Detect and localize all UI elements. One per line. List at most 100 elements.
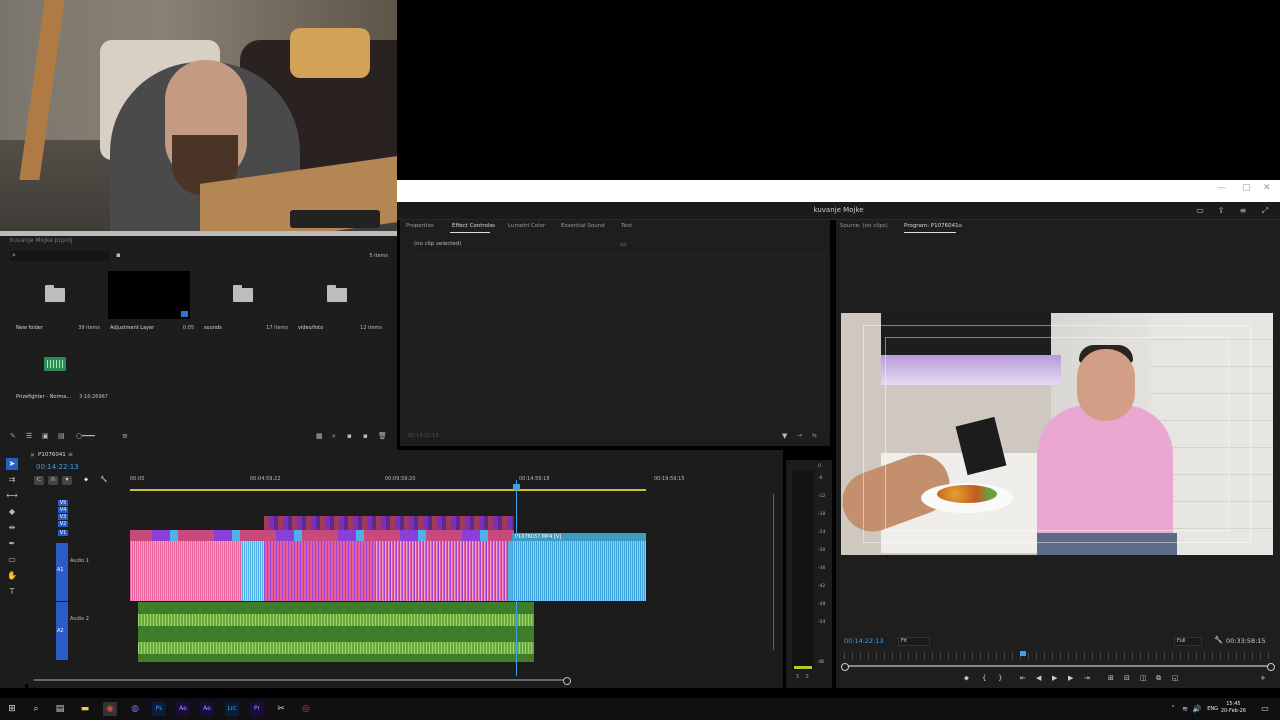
loop-icon[interactable]: ⇆ [812,432,817,439]
search-input[interactable]: ⌕ [10,251,110,261]
lift-icon[interactable]: ⊞ [1108,674,1114,682]
close-icon[interactable]: ✕ [1263,183,1271,193]
tab-properties[interactable]: Properties [406,223,434,229]
track-v2[interactable]: V2 [58,521,68,527]
type-tool-icon[interactable]: T [6,586,18,598]
mark-out-icon[interactable]: } [998,674,1002,682]
tab-menu-icon[interactable]: ≡ [491,223,496,229]
red-app-icon[interactable]: ◎ [299,702,313,716]
new-bin-icon[interactable]: ▪ [116,251,121,259]
track-v3[interactable]: V3 [58,514,68,520]
bin-adjustment-layer[interactable]: Adjustment Layer 0:05 [108,271,198,341]
file-explorer-icon[interactable]: ▬ [78,702,92,716]
minimize-icon[interactable]: — [1217,183,1226,193]
tab-essential-sound[interactable]: Essential Sound [561,223,605,229]
video-clips-v1[interactable] [130,530,514,541]
ripple-edit-tool-icon[interactable]: ⟷ [6,490,18,502]
bin-audio-prizefighter[interactable]: Prizefighter - Norma... 3:16:26967 [14,340,108,410]
add-button-icon[interactable]: + [1260,674,1266,682]
rectangle-tool-icon[interactable]: ▭ [6,554,18,566]
photoshop-icon[interactable]: Ps [152,702,166,716]
find-icon[interactable]: ⌕ [332,432,336,441]
tab-effect-controls[interactable]: Effect Controls [452,223,492,229]
list-view-icon[interactable]: ☰ [26,432,32,440]
trash-icon[interactable]: 🗑 [378,432,387,440]
timeline-timecode[interactable]: 00:14:22:13 [36,463,79,471]
extract-icon[interactable]: ⊟ [1124,674,1130,682]
program-time-ruler[interactable] [844,653,1272,659]
expand-icon[interactable]: ▭ [620,240,627,248]
fullscreen-icon[interactable]: ⤢ [1260,206,1270,216]
step-back-icon[interactable]: ◀ [1036,674,1041,682]
linked-selection-icon[interactable]: ∩ [48,476,58,485]
solo-buttons[interactable]: S S [796,674,809,680]
pencil-icon[interactable]: ✎ [10,432,16,440]
timeline-ruler[interactable]: 00:00 00:04:59:22 00:09:59:20 00:14:59:1… [130,476,776,486]
selection-tool-icon[interactable]: ➤ [6,458,18,470]
premiere-icon[interactable]: Pr [250,702,264,716]
step-forward-icon[interactable]: ▶ [1068,674,1073,682]
volume-icon[interactable]: 🔊 [1190,702,1204,716]
snap-icon[interactable]: ⊂ [34,476,44,485]
track-v4[interactable]: V4 [58,507,68,513]
lightroom-icon[interactable]: Lrc [225,702,239,716]
razor-tool-icon[interactable]: ◆ [6,506,18,518]
icon-view-icon[interactable]: ▣ [42,432,49,440]
track-v5[interactable]: V5 [58,500,68,506]
track-a2-target[interactable]: A2 [56,602,68,660]
zoom-select[interactable]: Fit [898,637,930,646]
audio2-clips[interactable] [138,602,534,662]
timeline-horizontal-scroll[interactable] [34,677,571,685]
start-icon[interactable]: ⊞ [5,702,19,716]
freeform-view-icon[interactable]: ▤ [58,432,65,440]
tab-program[interactable]: Program: P1076041 [904,223,959,229]
pen-tool-icon[interactable]: ✒ [6,538,18,550]
settings-wrench-icon[interactable]: 🔧 [1214,636,1223,644]
clock[interactable]: 15:45 20-Feb-26 [1221,701,1246,715]
hand-tool-icon[interactable]: ✋ [6,570,18,582]
timeline-playhead[interactable] [513,484,520,490]
purple-app-icon[interactable]: ◍ [128,702,142,716]
task-view-icon[interactable]: ▤ [53,702,67,716]
sort-icon[interactable]: ≡ [122,432,128,440]
program-zoom-bar[interactable] [841,663,1275,671]
clip-p1076037[interactable]: P1076037.MP4 [V] [512,533,646,541]
track-a1-target[interactable]: A1 [56,543,68,601]
after-effects-2-icon[interactable]: Ae [200,702,214,716]
after-effects-icon[interactable]: Ae [176,702,190,716]
sequence-menu-icon[interactable]: ≡ [68,451,73,458]
bin-sounds[interactable]: sounds 17 items [202,271,292,341]
program-playhead[interactable] [1020,651,1026,656]
new-item-icon[interactable]: ▪ [363,432,368,440]
snipping-tool-icon[interactable]: ✂ [274,702,288,716]
tab-source[interactable]: Source: (no clips) [840,223,888,229]
go-to-out-icon[interactable]: ⇥ [1084,674,1090,682]
export-icon[interactable]: ⇥ [797,432,802,439]
workspace-icon[interactable]: ▭ [1195,206,1205,216]
chrome-icon[interactable]: ◉ [103,702,117,716]
automate-icon[interactable]: ▦ [316,432,323,440]
zoom-slider[interactable]: ○━━━ [76,432,95,440]
comparison-view-icon[interactable]: ⧉ [1156,674,1161,683]
track-select-tool-icon[interactable]: ⇉ [6,474,18,486]
track-v1[interactable]: V1 [58,530,68,536]
search-icon[interactable]: ⌕ [29,702,43,716]
marker-icon[interactable]: ⬥ [84,476,88,484]
slip-tool-icon[interactable]: ⇹ [6,522,18,534]
sequence-name[interactable]: P1076041 [38,452,66,458]
go-to-in-icon[interactable]: ⇤ [1020,674,1026,682]
export-frame-icon[interactable]: ◫ [1140,674,1147,682]
multi-view-icon[interactable]: ◱ [1172,674,1179,682]
play-icon[interactable]: ▶ [1052,674,1057,682]
tab-lumetri-color[interactable]: Lumetri Color [508,223,545,229]
bin-new-folder[interactable]: New folder 39 items [14,271,104,341]
notification-icon[interactable]: ▭ [1258,702,1272,716]
resolution-select[interactable]: Full [1174,637,1202,646]
menu-icon[interactable]: ≡ [1238,206,1248,216]
filter-icon[interactable]: ▼ [782,432,787,440]
share-icon[interactable]: ⇪ [1216,206,1226,216]
tab-menu-icon[interactable]: ≡ [958,223,963,229]
add-marker-icon[interactable]: ⬥ [964,674,969,683]
bin-video-foto[interactable]: video/foto 12 items [296,271,386,341]
timeline-vertical-scroll[interactable] [773,494,774,650]
